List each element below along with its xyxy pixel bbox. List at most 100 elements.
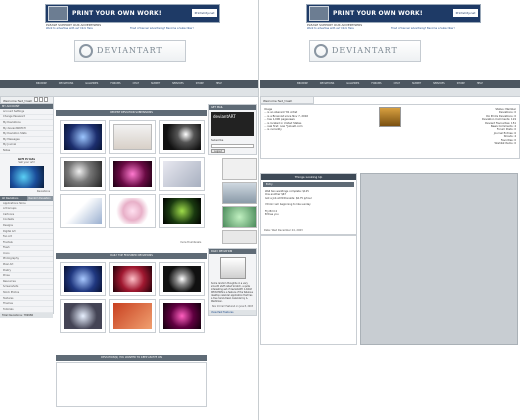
welcome-label: Welcome fwd_trash bbox=[260, 96, 314, 104]
nav-item-submit[interactable]: SUBMIT bbox=[407, 80, 426, 88]
journal-date: Date: Wed December 24, 2003 bbox=[264, 229, 303, 232]
profile-lines: Image... is an Aberant '81 Artist... is … bbox=[264, 108, 308, 132]
da-logo-icon bbox=[314, 44, 328, 58]
advertise-link[interactable]: Want to advertise with us? Click Here bbox=[46, 27, 93, 30]
recent-submissions-header: RECENT DEVIATION SUBMISSIONS bbox=[56, 110, 207, 116]
thumbnail[interactable] bbox=[109, 299, 156, 333]
more-thumbnails-link[interactable]: more thumbnails bbox=[180, 241, 201, 244]
subscribe-link[interactable]: Tired of banner advertising? Become a Su… bbox=[130, 27, 194, 30]
left-page: PRINT YOUR OWN WORK! PrintsCity.net PLEA… bbox=[0, 0, 259, 420]
printscity-badge-icon bbox=[48, 6, 68, 21]
nav-item-help[interactable]: HELP bbox=[211, 80, 227, 88]
thumbnail[interactable] bbox=[109, 194, 156, 228]
printscity-badge-icon bbox=[309, 6, 329, 21]
thumbnail[interactable] bbox=[109, 120, 156, 154]
logout-button[interactable]: Logout bbox=[211, 149, 225, 153]
nav-item-forums[interactable]: FORUMS bbox=[105, 80, 125, 88]
right-column: GET MAIL deviantART Subscribe Logout DAI… bbox=[208, 104, 257, 316]
welcome-buttons bbox=[34, 97, 48, 102]
thumbnail[interactable] bbox=[158, 157, 205, 191]
featured-thumbnails bbox=[60, 262, 205, 333]
banner-headline: PRINT YOUR OWN WORK! bbox=[333, 10, 423, 17]
logo-text: DEVIANTART bbox=[97, 46, 163, 55]
thumbnail[interactable] bbox=[60, 120, 107, 154]
nav-item-galleries[interactable]: GALLERIES bbox=[341, 80, 364, 88]
main-nav: BROWSE DEVIATIONS GALLERIES FORUMS CHAT SUBMI… bbox=[0, 80, 258, 88]
profile-avatar[interactable] bbox=[379, 107, 401, 127]
deviantart-logo[interactable]: DEVIANTART bbox=[74, 40, 186, 62]
thumbnail[interactable] bbox=[60, 157, 107, 191]
deviantart-logo[interactable]: DEVIANTART bbox=[309, 40, 421, 62]
calendar-icon[interactable] bbox=[219, 257, 246, 279]
sidebar-deviations-link[interactable]: Deviations bbox=[3, 190, 50, 193]
tab-all-deviations[interactable]: All Deviations bbox=[0, 195, 27, 201]
journal-spacer bbox=[260, 235, 357, 345]
gift-prints-image bbox=[9, 165, 44, 188]
nav-item-forums[interactable]: FORUMS bbox=[366, 80, 386, 88]
side-thumbnail[interactable] bbox=[222, 206, 257, 228]
daily-deviation-text: Some random thoughts on a very smooth st… bbox=[211, 282, 254, 303]
welcome-btn-2[interactable] bbox=[39, 97, 43, 102]
daily-deviation-box: DAILY DEVIATION Some random thoughts on … bbox=[208, 248, 257, 316]
main-nav: BROWSE DEVIATIONS GALLERIES FORUMS CHAT SUBMI… bbox=[260, 80, 520, 88]
subscribe-link[interactable]: Tired of banner advertising? Become a Su… bbox=[391, 27, 455, 30]
ad-banner-2[interactable]: PRINT YOUR OWN WORK! PrintsCity.net bbox=[306, 4, 481, 23]
journal-body: Well two weddings complete: $125 Ons anot… bbox=[261, 189, 356, 217]
journal-line: B thee you bbox=[265, 213, 279, 217]
deviantart-ad[interactable]: deviantART bbox=[211, 112, 254, 136]
nav-item-store[interactable]: STORE bbox=[191, 80, 209, 88]
daily-deviation-header: DAILY DEVIATION bbox=[209, 249, 256, 254]
nav-item-browse[interactable]: BROWSE bbox=[292, 80, 313, 88]
thumbnail[interactable] bbox=[158, 262, 205, 296]
subscribe-link-side[interactable]: Subscribe bbox=[209, 138, 256, 143]
nav-item-help[interactable]: HELP bbox=[472, 80, 488, 88]
nav-item-services[interactable]: SERVICES bbox=[428, 80, 450, 88]
tab-random-deviation[interactable]: Random Deviation bbox=[26, 195, 53, 201]
nav-item-store[interactable]: STORE bbox=[452, 80, 470, 88]
right-page: PRINT YOUR OWN WORK! PrintsCity.net PLEA… bbox=[260, 0, 520, 420]
da-logo-icon bbox=[79, 44, 93, 58]
subscribe-input[interactable] bbox=[211, 144, 254, 148]
nav-item-deviations[interactable]: DEVIATIONS bbox=[54, 80, 79, 88]
journal-card: Things Looking Up Entry Well two wedding… bbox=[260, 173, 357, 235]
thumbnail[interactable] bbox=[158, 299, 205, 333]
logo-text: DEVIANTART bbox=[332, 46, 398, 55]
nav-item-chat[interactable]: CHAT bbox=[389, 80, 405, 88]
thumbnail[interactable] bbox=[60, 194, 107, 228]
gift-prints-block[interactable]: Gift Prints Sell your art! Deviations bbox=[0, 154, 53, 196]
side-thumbnail[interactable] bbox=[222, 182, 257, 204]
advertise-link[interactable]: Want to advertise with us? Click Here bbox=[307, 27, 354, 30]
nav-item-chat[interactable]: CHAT bbox=[128, 80, 144, 88]
thumbnail[interactable] bbox=[158, 194, 205, 228]
ad-banner[interactable]: PRINT YOUR OWN WORK! PrintsCity.net bbox=[45, 4, 220, 23]
watch-list bbox=[56, 362, 207, 407]
banner-headline: PRINT YOUR OWN WORK! bbox=[72, 10, 162, 17]
profile-stats: Status: Member Deviations: 0 DA Prints Dev… bbox=[482, 108, 516, 145]
journal-side-panel bbox=[360, 173, 518, 345]
thumbnail[interactable] bbox=[60, 299, 107, 333]
category-tabs: All Deviations Random Deviation bbox=[0, 195, 53, 201]
profile-stat: Wishlist Items: 0 bbox=[494, 142, 516, 146]
get-mail-header: GET MAIL bbox=[209, 105, 256, 110]
thumbnail[interactable] bbox=[109, 262, 156, 296]
account-sidebar: MY ACCOUNT Account Settings Change Passwo… bbox=[0, 104, 54, 318]
thumbnail[interactable] bbox=[60, 262, 107, 296]
nav-item-submit[interactable]: SUBMIT bbox=[146, 80, 165, 88]
get-mail-box: GET MAIL deviantART Subscribe Logout bbox=[208, 104, 257, 155]
nav-item-services[interactable]: SERVICES bbox=[167, 80, 189, 88]
nav-item-deviations[interactable]: DEVIATIONS bbox=[315, 80, 340, 88]
side-thumbs bbox=[208, 158, 257, 244]
thumbnail[interactable] bbox=[158, 120, 205, 154]
past-features-link[interactable]: View Past Features bbox=[209, 310, 256, 315]
watch-header: DEVIATION(S) YOU WANTED TO KEEP AN EYE O… bbox=[56, 355, 207, 361]
welcome-btn-3[interactable] bbox=[44, 97, 48, 102]
journal-title: Things Looking Up bbox=[261, 174, 356, 180]
thumbnail[interactable] bbox=[109, 157, 156, 191]
side-thumbnail[interactable] bbox=[222, 230, 257, 244]
banner-site: PrintsCity.net bbox=[192, 9, 217, 17]
side-thumbnail[interactable] bbox=[222, 158, 257, 180]
nav-item-browse[interactable]: BROWSE bbox=[31, 80, 52, 88]
nav-item-galleries[interactable]: GALLERIES bbox=[80, 80, 103, 88]
welcome-btn-1[interactable] bbox=[34, 97, 38, 102]
profile-line: ... is currently bbox=[264, 128, 282, 132]
